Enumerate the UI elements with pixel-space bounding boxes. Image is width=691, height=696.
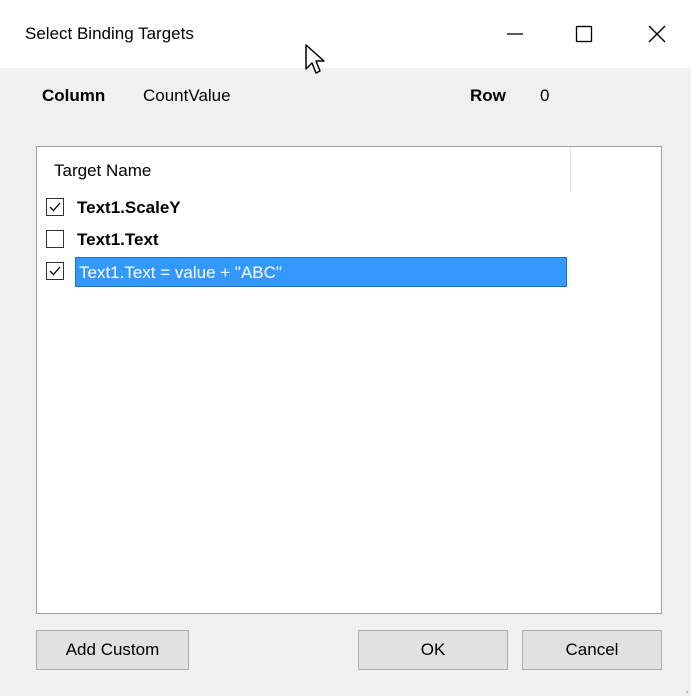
- close-icon: [648, 25, 666, 43]
- resize-grip-icon[interactable]: [679, 684, 689, 694]
- target-list[interactable]: Target Name Text1.ScaleY Text1.Text Text…: [36, 146, 662, 614]
- item-checkbox[interactable]: [46, 198, 64, 216]
- close-button[interactable]: [620, 0, 691, 68]
- row-value: 0: [540, 86, 550, 105]
- item-checkbox[interactable]: [46, 262, 64, 280]
- column-value: CountValue: [143, 86, 231, 105]
- checkmark-icon: [49, 202, 61, 212]
- minimize-icon: [507, 33, 523, 35]
- list-item[interactable]: Text1.ScaleY: [46, 193, 576, 223]
- item-label: Text1.ScaleY: [77, 198, 181, 217]
- select-binding-targets-dialog: Select Binding Targets Column CountValue…: [0, 0, 691, 696]
- item-label: Text1.Text = value + "ABC": [75, 257, 567, 287]
- list-item[interactable]: Text1.Text: [46, 225, 576, 255]
- list-item-selected[interactable]: Text1.Text = value + "ABC": [46, 257, 576, 287]
- maximize-icon: [575, 25, 593, 43]
- ok-button[interactable]: OK: [358, 630, 508, 670]
- column-header-target-name[interactable]: Target Name: [37, 147, 571, 191]
- minimize-button[interactable]: [478, 0, 552, 68]
- title-bar[interactable]: Select Binding Targets: [0, 0, 691, 68]
- item-label: Text1.Text: [77, 230, 159, 249]
- column-header-label: Target Name: [54, 161, 152, 180]
- add-custom-button[interactable]: Add Custom: [36, 630, 189, 670]
- cancel-button[interactable]: Cancel: [522, 630, 662, 670]
- column-label: Column: [42, 86, 106, 105]
- item-checkbox[interactable]: [46, 230, 64, 248]
- window-title: Select Binding Targets: [25, 24, 194, 43]
- row-label: Row: [470, 86, 506, 105]
- mouse-pointer-icon: [305, 44, 325, 74]
- maximize-button[interactable]: [547, 0, 621, 68]
- checkmark-icon: [49, 266, 61, 276]
